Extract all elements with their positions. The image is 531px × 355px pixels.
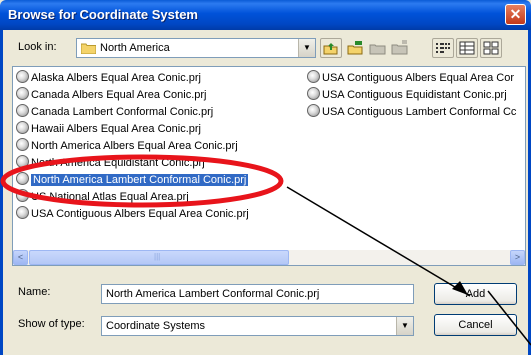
scrollbar-grip: ||| [154,252,161,261]
lookin-combo[interactable]: North America ▼ [76,38,316,58]
list-view-icon [436,43,450,53]
list-item[interactable]: USA Contiguous Albers Equal Area Conic.p… [16,206,249,222]
lookin-dropdown-button[interactable]: ▼ [298,39,315,57]
lookin-value: North America [100,42,170,54]
projection-globe-icon [16,87,29,100]
folder-icon [81,43,96,54]
list-item[interactable]: Alaska Albers Equal Area Conic.prj [16,70,201,86]
list-view-button[interactable] [432,38,454,58]
list-item-selected[interactable]: North America Lambert Conformal Conic.pr… [16,172,249,188]
projection-globe-icon [16,104,29,117]
horizontal-scrollbar[interactable]: < ||| > [13,250,525,265]
file-list[interactable]: Alaska Albers Equal Area Conic.prj Canad… [12,66,526,266]
projection-globe-icon [16,121,29,134]
projection-globe-icon [16,189,29,202]
list-item[interactable]: US National Atlas Equal Area.prj [16,189,189,205]
thumbnails-view-icon [483,41,499,55]
projection-globe-icon [16,172,29,185]
name-label: Name: [18,286,51,298]
new-folder-button[interactable] [390,38,410,58]
add-button[interactable]: Add [434,283,517,305]
projection-globe-icon [16,206,29,219]
details-view-button[interactable] [456,38,478,58]
connect-folder-icon [347,41,363,55]
new-folder-icon [391,40,408,55]
lookin-label: Look in: [18,41,57,53]
projection-globe-icon [16,70,29,83]
close-button[interactable]: ✕ [505,4,526,25]
scroll-right-button[interactable]: > [510,250,525,265]
scroll-left-button[interactable]: < [13,250,28,265]
list-item[interactable]: Canada Lambert Conformal Conic.prj [16,104,213,120]
list-item[interactable]: USA Contiguous Equidistant Conic.prj [307,87,507,103]
disconnect-folder-icon [369,44,386,55]
list-item[interactable]: USA Contiguous Lambert Conformal Cc [307,104,516,120]
scrollbar-thumb[interactable]: ||| [29,250,289,265]
list-item[interactable]: Canada Albers Equal Area Conic.prj [16,87,207,103]
thumbnails-view-button[interactable] [480,38,502,58]
projection-globe-icon [16,155,29,168]
connect-folder-button[interactable] [346,38,366,58]
projection-globe-icon [307,70,320,83]
list-item[interactable]: North America Equidistant Conic.prj [16,155,205,171]
type-label: Show of type: [18,318,85,330]
name-field[interactable]: North America Lambert Conformal Conic.pr… [101,284,414,304]
type-dropdown-button[interactable]: ▼ [396,317,413,335]
up-folder-icon [323,43,338,55]
type-select[interactable]: Coordinate Systems ▼ [101,316,414,336]
window-frame-left [0,30,3,355]
list-item[interactable]: North America Albers Equal Area Conic.pr… [16,138,238,154]
window-title: Browse for Coordinate System [8,7,198,22]
up-folder-button[interactable] [320,38,342,58]
list-item[interactable]: Hawaii Albers Equal Area Conic.prj [16,121,201,137]
details-view-icon [459,41,475,55]
projection-globe-icon [307,104,320,117]
cancel-button[interactable]: Cancel [434,314,517,336]
type-select-value: Coordinate Systems [106,320,206,332]
projection-globe-icon [16,138,29,151]
disconnect-folder-button[interactable] [368,38,388,58]
projection-globe-icon [307,87,320,100]
list-item[interactable]: USA Contiguous Albers Equal Area Cor [307,70,514,86]
